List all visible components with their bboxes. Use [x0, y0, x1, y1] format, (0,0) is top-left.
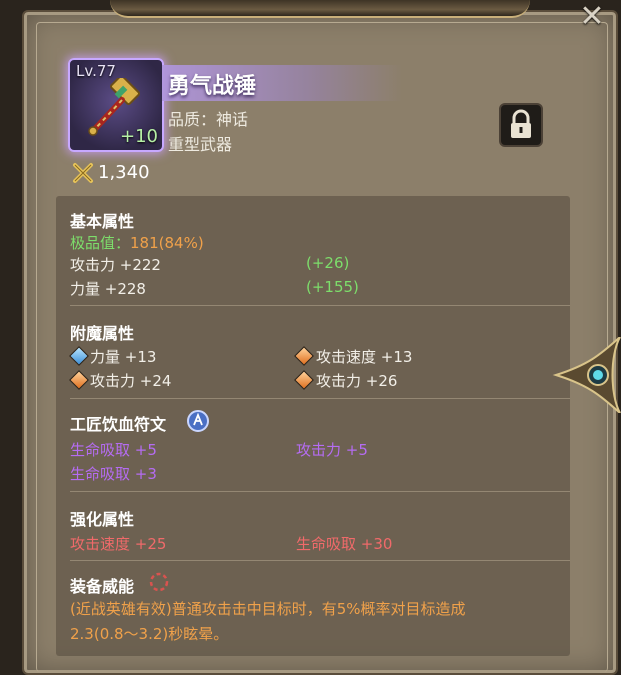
enchant-stats-title: 附魔属性	[70, 324, 135, 343]
basic-stats-title: 基本属性	[70, 212, 135, 231]
item-quality: 品质：神话	[168, 110, 249, 129]
power-icon	[149, 572, 169, 592]
divider	[70, 398, 570, 399]
enchant-stat: 攻击速度 +13	[316, 348, 413, 366]
lock-button[interactable]	[499, 103, 543, 147]
basic-stat-strength: 力量 +228	[70, 280, 146, 298]
enchant-stat: 攻击力 +26	[316, 372, 398, 390]
power-title: 装备威能	[70, 577, 135, 596]
enchant-stat: 攻击力 +24	[90, 372, 172, 390]
crossed-swords-icon	[73, 163, 93, 183]
enhance-stat: 生命吸取 +30	[296, 535, 393, 553]
divider	[70, 491, 570, 492]
divider	[70, 560, 570, 561]
gear-score-value: 1,340	[98, 162, 150, 183]
rune-title: 工匠饮血符文	[70, 415, 167, 434]
rune-stat: 生命吸取 +5	[70, 441, 157, 459]
enchant-stat: 力量 +13	[90, 348, 157, 366]
enhance-level: +10	[120, 126, 158, 147]
rune-stat: 攻击力 +5	[296, 441, 368, 459]
power-description-line2: 2.3(0.8～3.2)秒眩晕。	[70, 625, 229, 643]
lock-icon	[511, 109, 531, 138]
power-description-line1: (近战英雄有效)普通攻击击中目标时，有5%概率对目标造成	[70, 600, 466, 618]
enhance-stats-title: 强化属性	[70, 510, 135, 529]
item-icon-slot: Lv.77 +10	[68, 58, 164, 152]
quality-value-row: 极品值：181(84%)	[70, 232, 204, 253]
rune-icon	[187, 410, 209, 432]
basic-stat-attack-bonus: (+26)	[306, 254, 350, 272]
basic-stat-strength-bonus: (+155)	[306, 278, 359, 296]
item-type: 重型武器	[168, 135, 233, 154]
top-ornament	[110, 0, 530, 18]
basic-stat-attack: 攻击力 +222	[70, 256, 161, 274]
quality-value: 181(84%)	[130, 234, 204, 252]
item-name: 勇气战锤	[168, 74, 257, 99]
quality-value-label: 极品值：	[70, 234, 131, 252]
rune-stat: 生命吸取 +3	[70, 465, 157, 483]
side-arrow-ornament[interactable]	[552, 337, 621, 413]
divider	[70, 305, 570, 306]
close-button[interactable]: ✕	[575, 2, 609, 32]
enhance-stat: 攻击速度 +25	[70, 535, 167, 553]
